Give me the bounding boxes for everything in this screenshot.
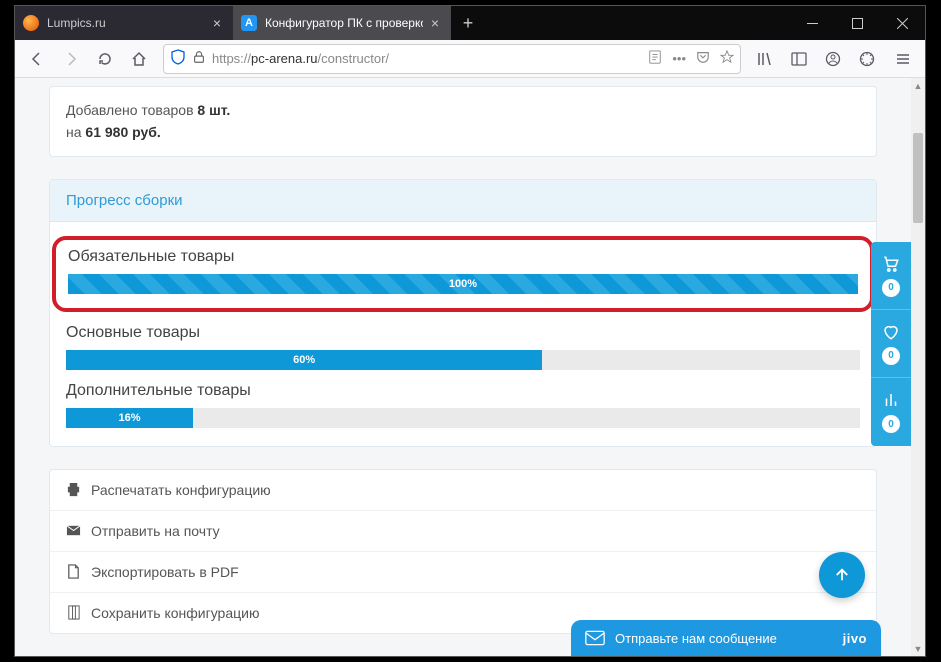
- favorites-badge: 0: [882, 347, 900, 365]
- reader-mode-icon[interactable]: [648, 50, 662, 67]
- progress-fill: 16%: [66, 408, 193, 428]
- extensions-button[interactable]: [851, 43, 883, 75]
- actions-card: Распечатать конфигурацию Отправить на по…: [49, 469, 877, 634]
- progress-main: Основные товары 60%: [66, 324, 860, 370]
- progress-additional: Дополнительные товары 16%: [66, 382, 860, 428]
- tab-lumpics[interactable]: Lumpics.ru ×: [15, 6, 233, 40]
- shield-icon[interactable]: [170, 49, 186, 68]
- action-label: Сохранить конфигурацию: [91, 605, 259, 621]
- compare-widget[interactable]: 0: [871, 378, 911, 446]
- new-tab-button[interactable]: +: [451, 6, 485, 40]
- compare-icon: [882, 391, 900, 409]
- titlebar: Lumpics.ru × A Конфигуратор ПК с проверк…: [15, 6, 925, 40]
- progress-card: Прогресс сборки Обязательные товары 100%: [49, 179, 877, 447]
- pocket-icon[interactable]: [696, 50, 710, 67]
- progress-label: Основные товары: [66, 324, 860, 342]
- scroll-track[interactable]: [911, 93, 925, 641]
- progress-fill: 60%: [66, 350, 542, 370]
- maximize-button[interactable]: [835, 6, 880, 40]
- sidebar-button[interactable]: [783, 43, 815, 75]
- tab-title: Lumpics.ru: [47, 16, 205, 30]
- cart-badge: 0: [882, 279, 900, 297]
- url-text: https://pc-arena.ru/constructor/: [212, 51, 638, 66]
- pdf-action[interactable]: Экспортировать в PDF: [50, 552, 876, 593]
- compare-badge: 0: [882, 415, 900, 433]
- cart-icon: [882, 255, 900, 273]
- progress-fill: 100%: [68, 274, 858, 294]
- favicon-icon: [23, 15, 39, 31]
- progress-header: Прогресс сборки: [50, 180, 876, 222]
- progress-label: Обязательные товары: [68, 248, 858, 266]
- action-label: Распечатать конфигурацию: [91, 482, 271, 498]
- progress-required: Обязательные товары 100%: [68, 248, 858, 294]
- back-button[interactable]: [21, 43, 53, 75]
- forward-button[interactable]: [55, 43, 87, 75]
- arrow-up-icon: [833, 566, 851, 584]
- browser-window: Lumpics.ru × A Конфигуратор ПК с проверк…: [14, 5, 926, 657]
- scroll-up-icon[interactable]: ▲: [911, 78, 925, 93]
- cart-widget[interactable]: 0: [871, 242, 911, 310]
- window-controls: [790, 6, 925, 40]
- action-label: Отправить на почту: [91, 523, 220, 539]
- favicon-icon: A: [241, 15, 257, 31]
- chat-widget[interactable]: Отправьте нам сообщение jivo: [571, 620, 881, 656]
- more-icon[interactable]: •••: [672, 51, 686, 66]
- account-button[interactable]: [817, 43, 849, 75]
- address-bar[interactable]: https://pc-arena.ru/constructor/ •••: [163, 44, 741, 74]
- library-button[interactable]: [749, 43, 781, 75]
- tab-title: Конфигуратор ПК с проверко: [265, 16, 423, 30]
- bookmark-icon[interactable]: [720, 50, 734, 67]
- progress-bar: 16%: [66, 408, 860, 428]
- scroll-down-icon[interactable]: ▼: [911, 641, 925, 656]
- action-label: Экспортировать в PDF: [91, 564, 239, 580]
- close-icon[interactable]: ×: [209, 15, 225, 31]
- print-action[interactable]: Распечатать конфигурацию: [50, 470, 876, 511]
- favorites-widget[interactable]: 0: [871, 310, 911, 378]
- jivo-brand: jivo: [843, 631, 867, 646]
- progress-bar: 60%: [66, 350, 860, 370]
- email-action[interactable]: Отправить на почту: [50, 511, 876, 552]
- highlight-box: Обязательные товары 100%: [52, 236, 874, 312]
- envelope-icon: [585, 630, 605, 646]
- close-icon[interactable]: ×: [427, 15, 443, 31]
- toolbar: https://pc-arena.ru/constructor/ •••: [15, 40, 925, 78]
- menu-button[interactable]: [887, 43, 919, 75]
- chat-text: Отправьте нам сообщение: [615, 631, 833, 646]
- close-button[interactable]: [880, 6, 925, 40]
- reload-button[interactable]: [89, 43, 121, 75]
- scroll-thumb[interactable]: [913, 133, 923, 223]
- page: Добавлено товаров 8 шт. на 61 980 руб. П…: [15, 78, 911, 656]
- scrollbar[interactable]: ▲ ▼: [911, 78, 925, 656]
- tab-configurator[interactable]: A Конфигуратор ПК с проверко ×: [233, 6, 451, 40]
- viewport: Добавлено товаров 8 шт. на 61 980 руб. П…: [15, 78, 925, 656]
- home-button[interactable]: [123, 43, 155, 75]
- side-widgets: 0 0 0: [871, 242, 911, 446]
- minimize-button[interactable]: [790, 6, 835, 40]
- progress-bar: 100%: [68, 274, 858, 294]
- progress-label: Дополнительные товары: [66, 382, 860, 400]
- summary-card: Добавлено товаров 8 шт. на 61 980 руб.: [49, 86, 877, 157]
- heart-icon: [882, 323, 900, 341]
- lock-icon[interactable]: [192, 50, 206, 67]
- scroll-top-button[interactable]: [819, 552, 865, 598]
